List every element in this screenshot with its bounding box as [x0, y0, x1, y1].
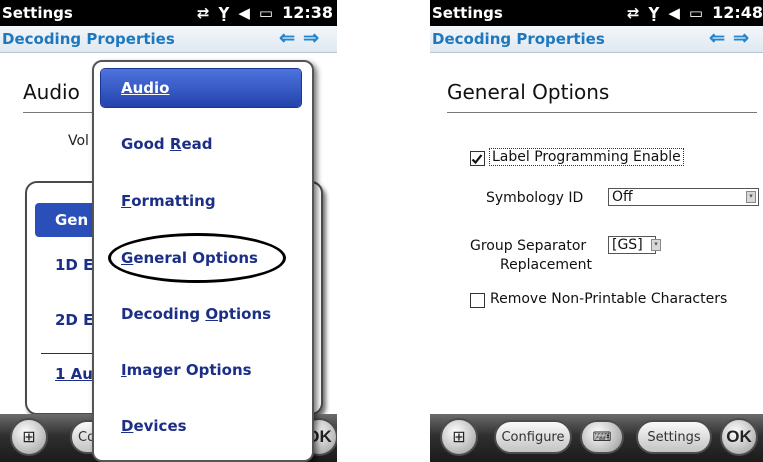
connectivity-icon[interactable]: ⇄	[197, 4, 210, 22]
configure-button[interactable]: Configure	[494, 420, 572, 454]
header-bar: Decoding Properties ⇐⇒	[0, 26, 337, 53]
menu-item-audio[interactable]: Audio	[101, 69, 301, 107]
label-programming-checkbox[interactable]	[470, 151, 485, 166]
back-arrow-icon[interactable]: ⇐	[709, 28, 733, 49]
group-separator-label: Group Separator	[470, 238, 587, 254]
right-screen: Settings ⇄ Ỵ ◀ ▭ 12:48 Decoding Properti…	[430, 0, 763, 462]
menu-item-decoding-options[interactable]: Decoding Options	[94, 295, 312, 333]
keyboard-button[interactable]: ⌨	[580, 420, 624, 454]
signal-off-icon[interactable]: Ỵ	[648, 4, 659, 22]
battery-icon[interactable]: ▭	[259, 4, 273, 22]
forward-arrow-icon[interactable]: ⇒	[733, 28, 757, 49]
chevron-down-icon[interactable]: ▾	[746, 191, 756, 203]
windows-flag-icon: ⊞	[22, 429, 36, 446]
forward-arrow-icon[interactable]: ⇒	[303, 28, 327, 49]
settings-button[interactable]: Settings	[636, 420, 712, 454]
start-button[interactable]: ⊞	[10, 418, 48, 456]
panel-item[interactable]: 1 Au	[55, 365, 93, 383]
page-title: General Options	[447, 80, 610, 104]
label-programming-label[interactable]: Label Programming Enable	[489, 148, 684, 166]
checkmark-icon	[471, 154, 483, 165]
battery-icon[interactable]: ▭	[689, 4, 703, 22]
chevron-down-icon[interactable]: ▾	[651, 239, 661, 251]
header-bar: Decoding Properties ⇐⇒	[430, 26, 763, 53]
menu-item-formatting[interactable]: Formatting	[94, 182, 312, 220]
group-separator-label-line2: Replacement	[500, 257, 592, 273]
signal-off-icon[interactable]: Ỵ	[218, 4, 229, 22]
symbology-id-label: Symbology ID	[486, 190, 584, 206]
start-button[interactable]: ⊞	[440, 418, 478, 456]
volume-label: Vol	[68, 133, 89, 149]
remove-non-printable-checkbox[interactable]	[470, 293, 485, 308]
windows-flag-icon: ⊞	[452, 429, 466, 446]
page-subtitle: Decoding Properties	[432, 30, 605, 48]
volume-icon[interactable]: ◀	[238, 4, 250, 22]
connectivity-icon[interactable]: ⇄	[627, 4, 640, 22]
page-title: Audio	[23, 80, 80, 104]
status-title[interactable]: Settings	[432, 4, 503, 22]
menu-item-good-read[interactable]: Good Read	[94, 125, 312, 163]
symbology-id-select[interactable]: Off	[608, 188, 759, 206]
remove-non-printable-label[interactable]: Remove Non-Printable Characters	[490, 291, 727, 307]
taskbar: ⊞ Configure ⌨ Settings OK	[430, 414, 763, 462]
status-bar: Settings ⇄ Ỵ ◀ ▭ 12:48	[430, 0, 763, 26]
keyboard-icon: ⌨	[592, 429, 612, 444]
page-subtitle: Decoding Properties	[2, 30, 175, 48]
group-separator-select[interactable]: [GS]	[608, 236, 656, 254]
status-bar: Settings ⇄ Ỵ ◀ ▭ 12:38	[0, 0, 337, 26]
clock[interactable]: 12:48	[712, 3, 763, 22]
divider	[23, 112, 93, 113]
back-arrow-icon[interactable]: ⇐	[279, 28, 303, 49]
panel-item[interactable]: Gen	[55, 211, 88, 229]
clock[interactable]: 12:38	[282, 3, 333, 22]
menu-item-devices[interactable]: Devices	[94, 407, 312, 445]
ok-button[interactable]: OK	[720, 418, 758, 456]
panel-item[interactable]: 2D E	[55, 311, 93, 329]
panel-item[interactable]: 1D E	[55, 256, 93, 274]
left-screen: Settings ⇄ Ỵ ◀ ▭ 12:38 Decoding Properti…	[0, 0, 337, 462]
status-title[interactable]: Settings	[2, 4, 73, 22]
menu-item-imager-options[interactable]: Imager Options	[94, 351, 312, 389]
highlight-ellipse	[108, 233, 286, 283]
volume-icon[interactable]: ◀	[668, 4, 680, 22]
divider	[447, 112, 757, 113]
